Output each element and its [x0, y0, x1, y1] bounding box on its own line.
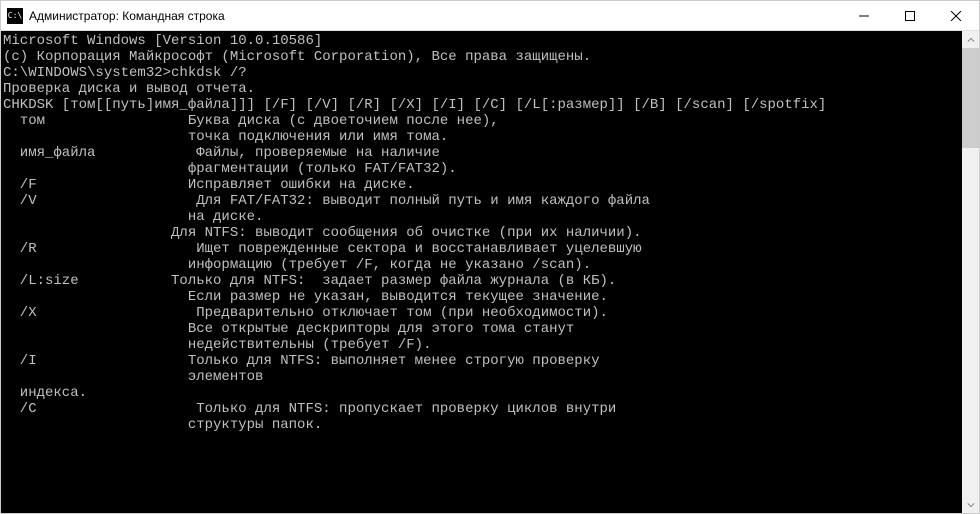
minimize-icon: [859, 11, 869, 21]
close-icon: [951, 11, 961, 21]
minimize-button[interactable]: [841, 1, 887, 31]
terminal-line: (с) Корпорация Майкрософт (Microsoft Cor…: [3, 49, 962, 65]
terminal-line: /L:size Только для NTFS: задает размер ф…: [3, 273, 962, 289]
terminal-line: информацию (требует /F, когда не указано…: [3, 257, 962, 273]
close-button[interactable]: [933, 1, 979, 31]
terminal-output[interactable]: Microsoft Windows [Version 10.0.10586](с…: [1, 31, 962, 513]
terminal-line: на диске.: [3, 209, 962, 225]
vertical-scrollbar[interactable]: [962, 31, 979, 513]
terminal-line: Если размер не указан, выводится текущее…: [3, 289, 962, 305]
terminal-line: C:\WINDOWS\system32>chkdsk /?: [3, 65, 962, 81]
terminal-line: /V Для FAT/FAT32: выводит полный путь и …: [3, 193, 962, 209]
terminal-line: структуры папок.: [3, 417, 962, 433]
maximize-icon: [905, 11, 915, 21]
chevron-up-icon: [967, 36, 975, 44]
terminal-line: точка подключения или имя тома.: [3, 129, 962, 145]
terminal-line: /I Только для NTFS: выполняет менее стро…: [3, 353, 962, 369]
terminal-line: Проверка диска и вывод отчета.: [3, 81, 962, 97]
scroll-down-button[interactable]: [962, 496, 979, 513]
maximize-button[interactable]: [887, 1, 933, 31]
terminal-line: /C Только для NTFS: пропускает проверку …: [3, 401, 962, 417]
chevron-down-icon: [967, 501, 975, 509]
terminal-line: недействительны (требует /F).: [3, 337, 962, 353]
terminal-line: /X Предварительно отключает том (при нео…: [3, 305, 962, 321]
titlebar: C:\ Администратор: Командная строка: [1, 1, 979, 31]
terminal-line: Все открытые дескрипторы для этого тома …: [3, 321, 962, 337]
terminal-line: CHKDSK [том[[путь]имя_файла]]] [/F] [/V]…: [3, 97, 962, 113]
content-area: Microsoft Windows [Version 10.0.10586](с…: [1, 31, 979, 513]
scroll-up-button[interactable]: [962, 31, 979, 48]
terminal-line: Microsoft Windows [Version 10.0.10586]: [3, 33, 962, 49]
window-controls: [841, 1, 979, 30]
terminal-line: /F Исправляет ошибки на диске.: [3, 177, 962, 193]
terminal-line: имя_файла Файлы, проверяемые на наличие: [3, 145, 962, 161]
terminal-line: фрагментации (только FAT/FAT32).: [3, 161, 962, 177]
scroll-thumb[interactable]: [962, 48, 979, 148]
terminal-line: /R Ищет поврежденные сектора и восстанав…: [3, 241, 962, 257]
terminal-line: элементов: [3, 369, 962, 385]
terminal-line: индекса.: [3, 385, 962, 401]
terminal-line: Для NTFS: выводит сообщения об очистке (…: [3, 225, 962, 241]
cmd-icon: C:\: [7, 8, 23, 24]
terminal-line: том Буква диска (с двоеточием после нее)…: [3, 113, 962, 129]
window-title: Администратор: Командная строка: [29, 9, 841, 23]
